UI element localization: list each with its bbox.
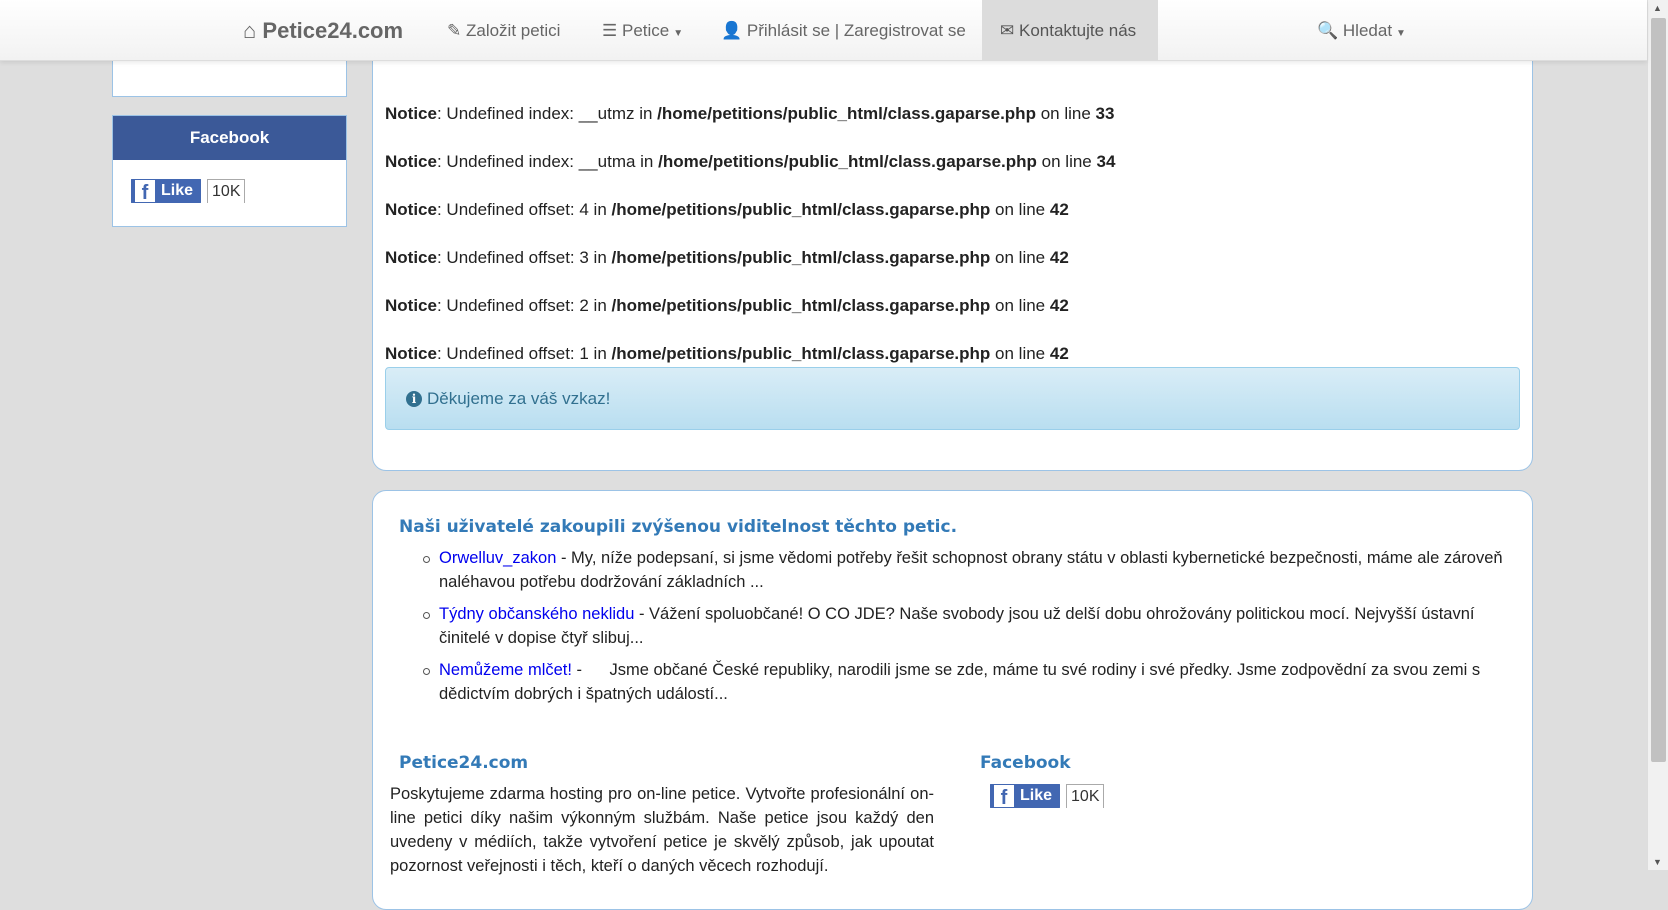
- notice-label: Notice: [385, 296, 437, 315]
- scroll-up-icon[interactable]: ▲: [1653, 3, 1662, 13]
- like-button[interactable]: f Like: [131, 179, 202, 203]
- featured-title: Naši uživatelé zakoupili zvýšenou vidite…: [399, 517, 958, 537]
- php-notice: Notice: Undefined index: __utmz in /home…: [385, 104, 1114, 124]
- brand-link[interactable]: ⌂ Petice24.com: [243, 0, 403, 61]
- facebook-like-widget[interactable]: f Like 10K: [131, 179, 246, 203]
- like-count: 10K: [1066, 784, 1105, 808]
- notice-file: /home/petitions/public_html/class.gapars…: [611, 200, 991, 219]
- scroll-down-icon[interactable]: ▼: [1653, 857, 1662, 867]
- like-button[interactable]: f Like: [990, 784, 1061, 808]
- facebook-icon: f: [994, 785, 1014, 808]
- notice-line: 42: [1049, 344, 1069, 363]
- petition-link[interactable]: Nemůžeme mlčet!: [439, 661, 572, 679]
- facebook-title: Facebook: [113, 116, 346, 160]
- nav-create-petition[interactable]: ✎ Založit petici: [447, 0, 560, 61]
- petition-link[interactable]: Orwelluv_zakon: [439, 549, 556, 567]
- notice-on: on line: [990, 344, 1050, 363]
- success-alert: i Děkujeme za váš vzkaz!: [385, 367, 1520, 430]
- about-text: Poskytujeme zdarma hosting pro on-line p…: [390, 785, 934, 875]
- notice-file: /home/petitions/public_html/class.gapars…: [611, 248, 991, 267]
- notice-label: Notice: [385, 104, 437, 123]
- nav-petitions-dropdown[interactable]: ☰ Petice ▼: [602, 0, 683, 61]
- list-item: Nemůžeme mlčet! - Jsme občané České repu…: [413, 658, 1523, 706]
- notice-on: on line: [1035, 104, 1096, 123]
- notice-msg: : Undefined index: __utma in: [436, 152, 659, 171]
- php-notice: Notice: Undefined offset: 2 in /home/pet…: [385, 296, 1069, 316]
- notice-msg: : Undefined offset: 3 in: [436, 248, 612, 267]
- caret-down-icon: ▼: [1396, 28, 1406, 39]
- petition-link[interactable]: Týdny občanského neklidu: [439, 605, 634, 623]
- footer-facebook-title: Facebook: [980, 753, 1071, 773]
- about-title: Petice24.com: [399, 753, 529, 773]
- caret-down-icon: ▼: [673, 28, 684, 39]
- search-icon: 🔍: [1317, 21, 1339, 40]
- php-notice: Notice: Undefined offset: 1 in /home/pet…: [385, 344, 1069, 364]
- nav-search-dropdown[interactable]: 🔍 Hledat ▼: [1317, 0, 1406, 61]
- php-notice: Notice: Undefined offset: 3 in /home/pet…: [385, 248, 1069, 268]
- notice-line: 33: [1095, 104, 1115, 123]
- notice-msg: : Undefined index: __utmz in: [436, 104, 658, 123]
- notice-line: 34: [1096, 152, 1116, 171]
- info-circle-icon: i: [406, 391, 422, 407]
- notice-on: on line: [990, 296, 1050, 315]
- notice-msg: : Undefined offset: 4 in: [436, 200, 612, 219]
- php-notice: Notice: Undefined offset: 4 in /home/pet…: [385, 200, 1069, 220]
- notice-file: /home/petitions/public_html/class.gapars…: [657, 104, 1036, 123]
- home-icon: ⌂: [243, 18, 257, 43]
- notice-msg: : Undefined offset: 1 in: [436, 344, 612, 363]
- nav-login[interactable]: 👤 Přihlásit se | Zaregistrovat se: [721, 0, 966, 61]
- pencil-icon: ✎: [447, 21, 462, 40]
- scrollbar[interactable]: ▲ ▼: [1647, 0, 1668, 870]
- scrollbar-thumb[interactable]: [1651, 18, 1666, 762]
- notice-on: on line: [990, 248, 1050, 267]
- notice-file: /home/petitions/public_html/class.gapars…: [611, 296, 991, 315]
- notice-file: /home/petitions/public_html/class.gapars…: [611, 344, 991, 363]
- notice-line: 42: [1049, 296, 1069, 315]
- notice-on: on line: [1036, 152, 1097, 171]
- list-item: Orwelluv_zakon - My, níže podepsaní, si …: [413, 546, 1523, 594]
- notice-label: Notice: [385, 344, 437, 363]
- user-icon: 👤: [721, 21, 743, 40]
- list-icon: ☰: [602, 21, 618, 40]
- nav-contact[interactable]: ✉ Kontaktujte nás: [982, 0, 1158, 61]
- featured-list: Orwelluv_zakon - My, níže podepsaní, si …: [413, 546, 1523, 714]
- notice-label: Notice: [385, 200, 437, 219]
- footer-facebook-like-widget[interactable]: f Like 10K: [990, 784, 1105, 808]
- notice-line: 42: [1049, 248, 1069, 267]
- notice-file: /home/petitions/public_html/class.gapars…: [658, 152, 1037, 171]
- navbar: ⌂ Petice24.com ✎ Založit petici ☰ Petice…: [0, 0, 1647, 61]
- envelope-icon: ✉: [1000, 21, 1015, 40]
- sidebar-facebook-box: Facebook f Like 10K: [112, 115, 347, 227]
- facebook-icon: f: [135, 180, 155, 203]
- notice-label: Notice: [385, 152, 437, 171]
- list-item: Týdny občanského neklidu - Vážení spoluo…: [413, 602, 1523, 650]
- php-notice: Notice: Undefined index: __utma in /home…: [385, 152, 1115, 172]
- notice-label: Notice: [385, 248, 437, 267]
- notice-on: on line: [990, 200, 1050, 219]
- notice-msg: : Undefined offset: 2 in: [436, 296, 612, 315]
- like-count: 10K: [207, 179, 246, 203]
- notice-line: 42: [1049, 200, 1069, 219]
